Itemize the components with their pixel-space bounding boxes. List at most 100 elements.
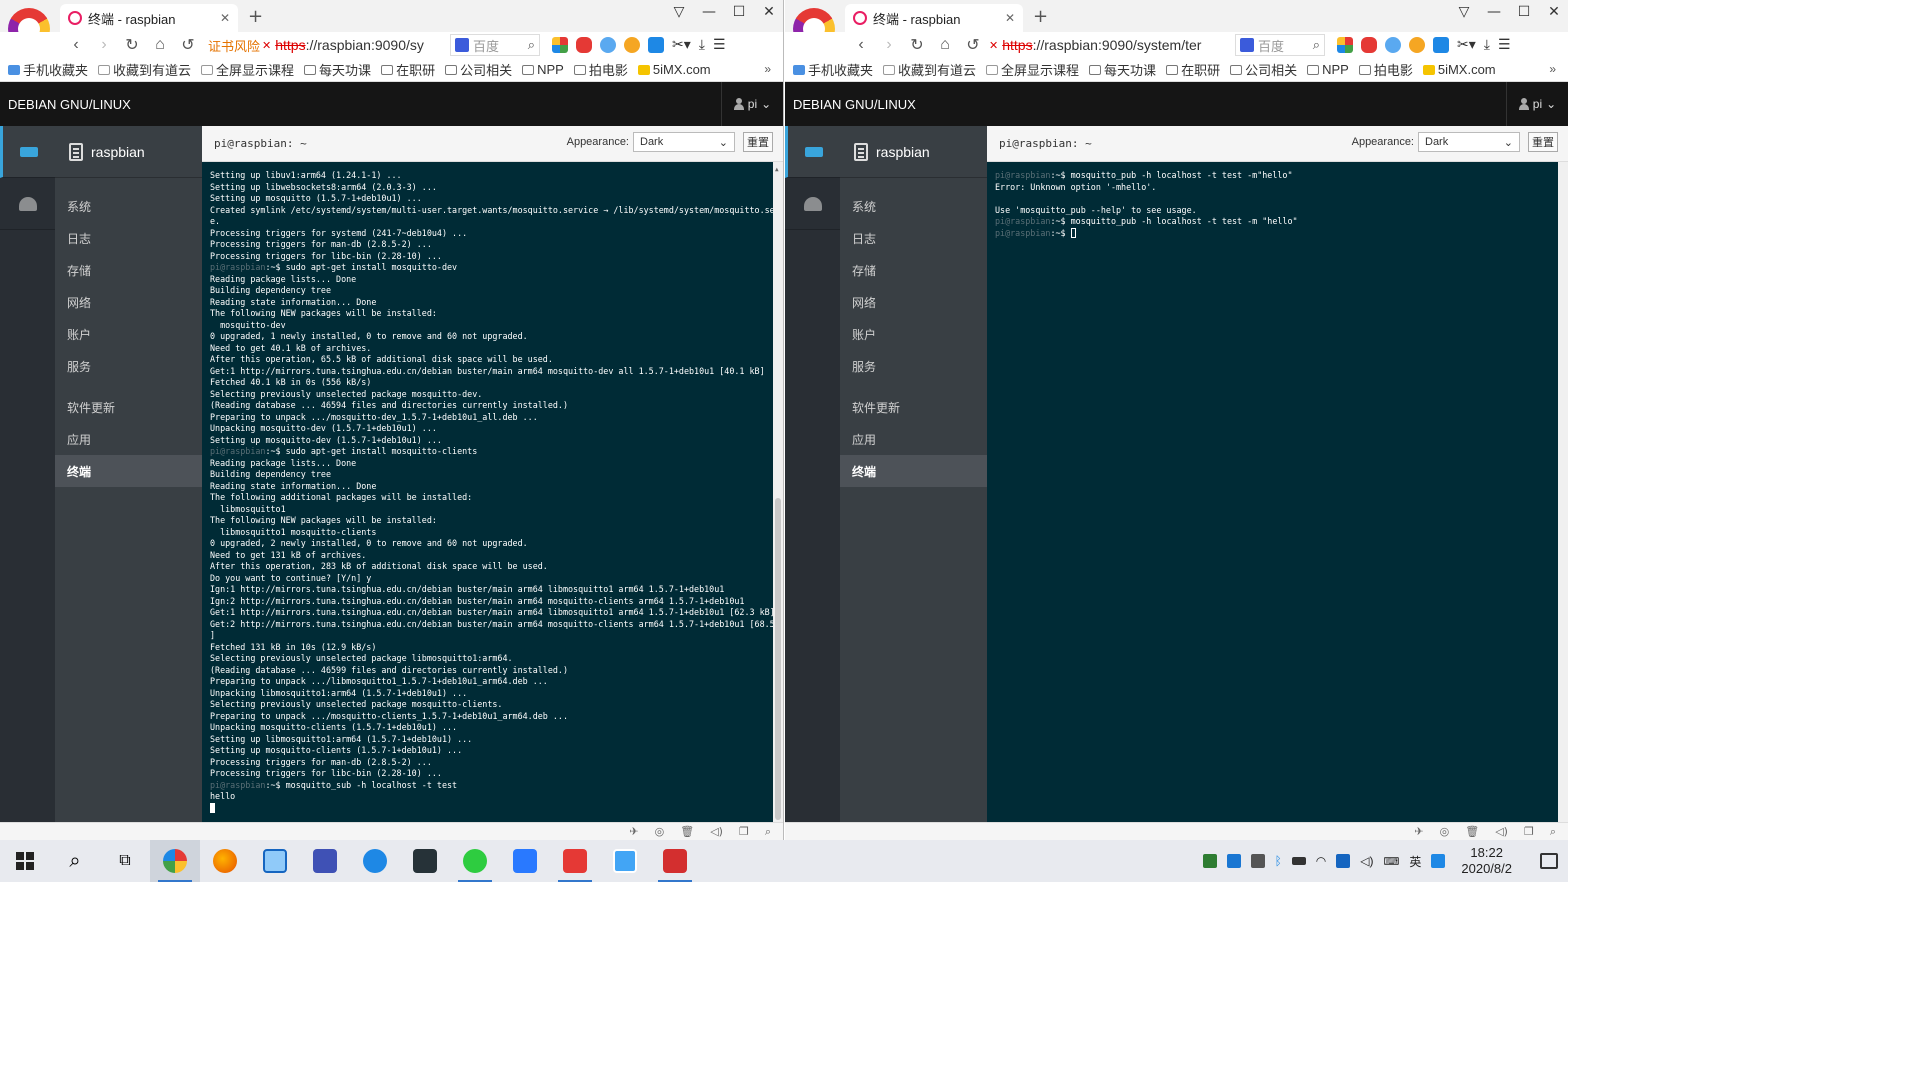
menu-item-storage[interactable]: 存储 — [55, 254, 202, 286]
new-tab-button[interactable]: + — [248, 6, 263, 27]
user-menu[interactable]: pi ⌄ — [1506, 82, 1568, 126]
gpu-icon[interactable] — [1202, 854, 1217, 868]
wifi-icon[interactable]: ◠ — [1316, 854, 1326, 868]
back-icon[interactable]: ‹ — [62, 36, 90, 54]
menu-item-apps[interactable]: 应用 — [840, 423, 987, 455]
address-bar[interactable]: https://raspbian:9090/system/teri — [1002, 37, 1202, 53]
forward-icon[interactable]: › — [90, 36, 118, 54]
scrollbar-thumb[interactable] — [775, 498, 781, 820]
bookmark-item[interactable]: 拍电影 — [573, 60, 628, 79]
menu-item-storage[interactable]: 存储 — [840, 254, 987, 286]
grid-app-icon[interactable] — [1226, 854, 1241, 868]
rail-hosts[interactable] — [0, 126, 55, 178]
reset-button[interactable]: 重置 — [1528, 132, 1558, 152]
terminal-screen[interactable]: pi@raspbian:~$ mosquitto_pub -h localhos… — [987, 162, 1568, 822]
rail-hosts[interactable] — [785, 126, 840, 178]
notification-icon[interactable] — [1540, 853, 1558, 869]
plane-icon[interactable]: ✈ — [1414, 825, 1423, 838]
zoom-icon[interactable]: ⌕ — [1550, 825, 1556, 839]
taskbar-wechat[interactable] — [450, 840, 500, 882]
ime-indicator[interactable]: 英 — [1409, 853, 1421, 870]
menu-item-logs[interactable]: 日志 — [55, 222, 202, 254]
bookmarks-more-icon[interactable]: » — [1549, 62, 1556, 76]
taskbar-firefox[interactable] — [200, 840, 250, 882]
bookmark-item[interactable]: 收藏到有道云 — [98, 60, 191, 79]
menu-item-accounts[interactable]: 账户 — [840, 318, 987, 350]
search-icon[interactable]: ⌕ — [1313, 37, 1320, 53]
bookmark-item[interactable]: 收藏到有道云 — [883, 60, 976, 79]
taskbar-blue-app[interactable] — [500, 840, 550, 882]
apps-grid-icon[interactable] — [1337, 36, 1353, 53]
minimize-icon[interactable]: — — [701, 4, 717, 20]
taskbar-xmind[interactable] — [550, 840, 600, 882]
mascot-icon[interactable] — [624, 36, 640, 53]
close-window-icon[interactable]: ✕ — [1546, 4, 1562, 20]
bookmark-item[interactable]: 公司相关 — [1230, 60, 1297, 79]
menu-item-network[interactable]: 网络 — [840, 286, 987, 318]
shirt-skin-icon[interactable]: ▽ — [1456, 4, 1472, 20]
tab-close-icon[interactable]: ✕ — [1005, 11, 1015, 25]
plane-icon[interactable]: ✈ — [629, 825, 638, 838]
speed-icon[interactable]: ◎ — [655, 825, 665, 838]
maximize-icon[interactable]: ☐ — [1516, 4, 1532, 20]
menu-item-accounts[interactable]: 账户 — [55, 318, 202, 350]
appearance-select[interactable]: Dark ⌄ — [633, 132, 735, 152]
rail-dashboard[interactable] — [785, 178, 840, 230]
search-box[interactable]: 百度 ⌕ — [450, 34, 540, 56]
start-button[interactable] — [0, 840, 50, 882]
window-icon[interactable]: ❐ — [1524, 825, 1534, 838]
scroll-up-icon[interactable]: ▲ — [775, 164, 779, 176]
satellite-icon[interactable] — [1250, 854, 1265, 868]
maximize-icon[interactable]: ☐ — [731, 4, 747, 20]
bookmarks-more-icon[interactable]: » — [764, 62, 771, 76]
du-icon[interactable] — [1431, 854, 1446, 868]
menu-item-updates[interactable]: 软件更新 — [55, 391, 202, 423]
undo-close-icon[interactable]: ↺ — [959, 35, 987, 55]
menu-item-updates[interactable]: 软件更新 — [840, 391, 987, 423]
home-icon[interactable]: ⌂ — [146, 36, 174, 54]
translate-icon[interactable] — [600, 36, 616, 53]
forward-icon[interactable]: › — [875, 36, 903, 54]
address-bar[interactable]: https://raspbian:9090/sy — [275, 37, 425, 53]
menu-item-network[interactable]: 网络 — [55, 286, 202, 318]
game-icon[interactable] — [576, 36, 592, 53]
volume-icon[interactable]: ◁) — [1360, 854, 1373, 868]
menu-item-logs[interactable]: 日志 — [840, 222, 987, 254]
scissors-icon[interactable]: ✂▾ — [1457, 36, 1476, 53]
bookmark-item[interactable]: 5iMX.com — [1422, 62, 1496, 77]
clock[interactable]: 18:22 2020/8/2 — [1461, 845, 1512, 877]
home-icon[interactable]: ⌂ — [931, 36, 959, 54]
menu-item-apps[interactable]: 应用 — [55, 423, 202, 455]
menu-icon[interactable]: ☰ — [713, 36, 726, 53]
speed-icon[interactable]: ◎ — [1440, 825, 1450, 838]
zoom-icon[interactable]: ⌕ — [765, 825, 771, 839]
undo-close-icon[interactable]: ↺ — [174, 35, 202, 55]
terminal-scrollbar[interactable]: ▲ — [773, 162, 783, 822]
bookmark-item[interactable]: 5iMX.com — [637, 62, 711, 77]
reload-icon[interactable]: ↻ — [903, 35, 931, 55]
bookmark-item[interactable]: 全屏显示课程 — [986, 60, 1079, 79]
bookmark-item[interactable]: NPP — [1307, 62, 1349, 77]
taskbar-bird-app[interactable] — [600, 840, 650, 882]
bookmark-item[interactable]: 在职研 — [381, 60, 435, 79]
bookmark-item[interactable]: 在职研 — [1166, 60, 1220, 79]
bookmark-item[interactable]: NPP — [522, 62, 564, 77]
bookmark-item[interactable]: 全屏显示课程 — [201, 60, 294, 79]
scissors-icon[interactable]: ✂▾ — [672, 36, 691, 53]
cert-warning[interactable]: 证书风险 — [208, 36, 260, 55]
reset-button[interactable]: 重置 — [743, 132, 773, 152]
bookmark-item[interactable]: 公司相关 — [445, 60, 512, 79]
menu-item-system[interactable]: 系统 — [55, 190, 202, 222]
mascot-icon[interactable] — [1409, 36, 1425, 53]
bookmark-item[interactable]: 手机收藏夹 — [8, 60, 88, 79]
trash-icon[interactable]: 🗑 — [680, 825, 694, 838]
taskbar-feather[interactable] — [350, 840, 400, 882]
window-icon[interactable]: ❐ — [739, 825, 749, 838]
search-box[interactable]: 百度 ⌕ — [1235, 34, 1325, 56]
menu-item-system[interactable]: 系统 — [840, 190, 987, 222]
taskbar-remote[interactable] — [300, 840, 350, 882]
tab-terminal[interactable]: 终端 - raspbian ✕ — [845, 4, 1023, 32]
bookmark-item[interactable]: 手机收藏夹 — [793, 60, 873, 79]
host-header[interactable]: raspbian — [55, 126, 202, 178]
reload-icon[interactable]: ↻ — [118, 35, 146, 55]
